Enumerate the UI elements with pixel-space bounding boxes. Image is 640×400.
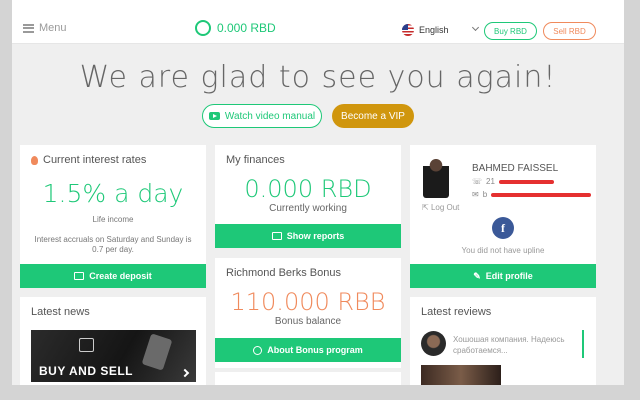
show-reports-button[interactable]: Show reports — [215, 224, 401, 248]
balance-display[interactable]: 0.000 RBD — [195, 20, 276, 36]
finances-caption: Currently working — [269, 203, 347, 214]
interest-title-label: Current interest rates — [43, 154, 147, 166]
video-play-icon — [208, 112, 220, 120]
next-card-edge — [215, 372, 401, 385]
review-image — [421, 365, 501, 385]
hamburger-icon — [23, 23, 34, 33]
news-image-caption: BUY AND SELL — [39, 364, 134, 378]
about-bonus-label: About Bonus program — [267, 345, 363, 355]
user-name: BAHMED FAISSEL — [472, 163, 559, 174]
us-flag-icon — [402, 24, 414, 36]
avatar — [423, 156, 449, 198]
interest-card-title: Current interest rates — [31, 154, 146, 166]
balance-value: 0.000 RBD — [217, 21, 276, 35]
chevron-down-icon — [471, 23, 480, 32]
info-circle-icon — [253, 345, 263, 355]
upline-status: You did not have upline — [461, 246, 545, 255]
reviews-card-title: Latest reviews — [421, 306, 492, 318]
bonus-card: Richmond Berks Bonus 110.000 RBB Bonus b… — [215, 258, 401, 368]
welcome-heading: We are glad to see you again! — [79, 60, 557, 95]
edit-icon: ✎ — [473, 270, 481, 281]
logout-icon: ⇱ — [422, 203, 429, 212]
news-image[interactable]: BUY AND SELL — [31, 330, 196, 382]
page: Menu 0.000 RBD English Buy RBD Sell RBD … — [12, 0, 624, 385]
interest-note: Interest accruals on Saturday and Sunday… — [34, 235, 192, 254]
interest-rate-caption: Life income — [92, 215, 134, 224]
reviews-card: Latest reviews Хошошая компания. Надеюсь… — [410, 297, 596, 385]
news-card: Latest news BUY AND SELL — [20, 297, 206, 385]
wallet-icon — [74, 272, 85, 280]
bonus-card-title: Richmond Berks Bonus — [226, 267, 341, 279]
bonus-amount: 110.000 RBB — [230, 288, 386, 316]
profile-card: BAHMED FAISSEL ☏ 21 ✉ b ⇱ Log Out f You … — [410, 145, 596, 288]
interest-card: Current interest rates 1.5% a day Life i… — [20, 145, 206, 288]
language-select[interactable]: English — [402, 21, 480, 39]
interest-rate: 1.5% a day — [42, 179, 184, 208]
bonus-caption: Bonus balance — [274, 316, 342, 327]
edit-profile-label: Edit profile — [485, 271, 533, 281]
news-card-title: Latest news — [31, 306, 90, 318]
about-bonus-button[interactable]: About Bonus program — [215, 338, 401, 362]
become-vip-button[interactable]: Become a VIP — [332, 104, 414, 128]
news-doc-icon — [79, 338, 94, 352]
create-deposit-label: Create deposit — [89, 271, 152, 281]
top-bar: Menu 0.000 RBD English Buy RBD Sell RBD — [12, 0, 624, 44]
facebook-icon[interactable]: f — [492, 217, 514, 239]
review-text: Хошошая компания. Надеюсь сработаемся... — [453, 335, 565, 355]
logout-link[interactable]: ⇱ Log Out — [422, 203, 459, 212]
phone-icon: ☏ — [472, 177, 483, 186]
menu-label: Menu — [39, 22, 67, 34]
create-deposit-button[interactable]: Create deposit — [20, 264, 206, 288]
bar-chart-icon — [271, 232, 282, 240]
sell-rbd-button[interactable]: Sell RBD — [543, 22, 596, 40]
watch-video-button[interactable]: Watch video manual — [202, 104, 322, 128]
phone-redaction — [498, 179, 554, 184]
review-scroll-indicator — [582, 330, 584, 358]
email-redaction — [491, 192, 592, 197]
language-label: English — [419, 25, 449, 35]
user-email: ✉ b — [472, 190, 592, 199]
coin-ring-icon — [195, 20, 211, 36]
phone-prefix: 21 — [486, 177, 495, 186]
reviewer-avatar — [421, 331, 446, 356]
logout-label: Log Out — [430, 203, 460, 212]
show-reports-label: Show reports — [286, 231, 345, 241]
email-prefix: b — [482, 190, 488, 199]
finances-amount: 0.000 RBD — [244, 175, 372, 203]
fire-icon — [31, 155, 38, 165]
phone-image — [141, 333, 173, 371]
buy-rbd-button[interactable]: Buy RBD — [484, 22, 537, 40]
edit-profile-button[interactable]: ✎ Edit profile — [410, 264, 596, 288]
user-phone: ☏ 21 — [472, 177, 554, 186]
watch-video-label: Watch video manual — [224, 110, 316, 122]
envelope-icon: ✉ — [472, 190, 479, 199]
chevron-right-icon[interactable] — [180, 368, 190, 378]
finances-card-title: My finances — [226, 154, 285, 166]
menu-button[interactable]: Menu — [23, 22, 67, 34]
finances-card: My finances 0.000 RBD Currently working … — [215, 145, 401, 248]
